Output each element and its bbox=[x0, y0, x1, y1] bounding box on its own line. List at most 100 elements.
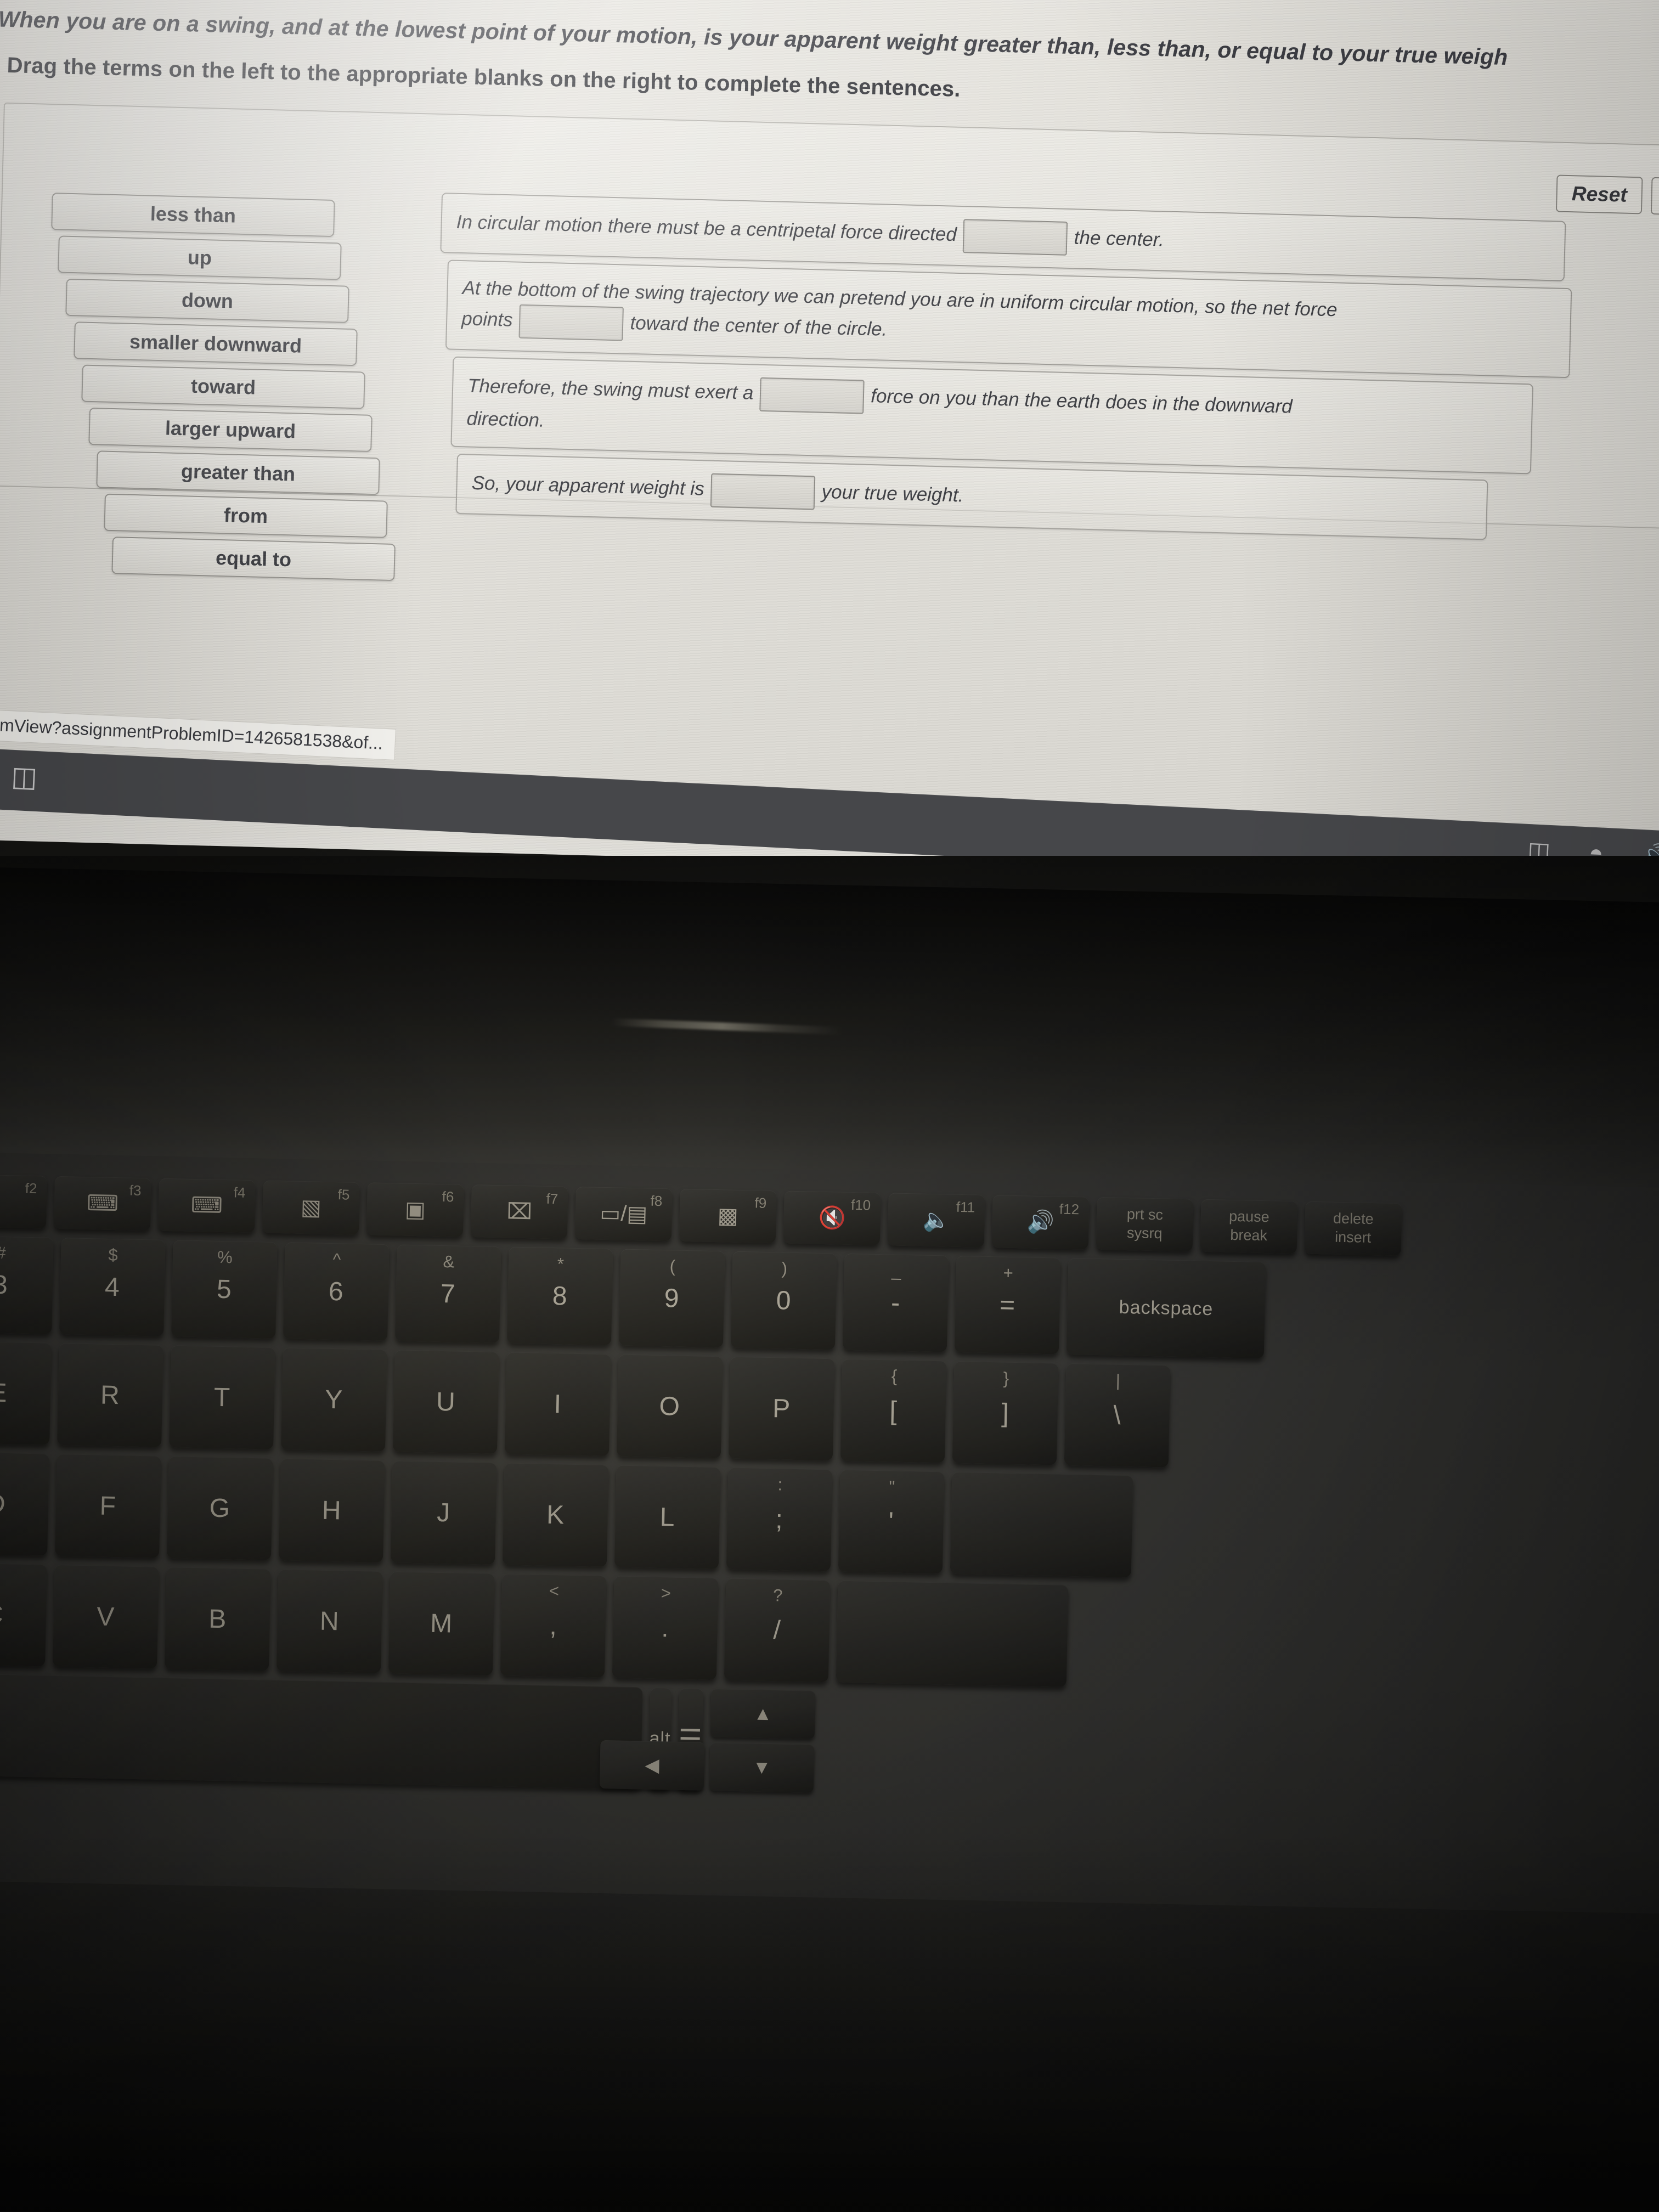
key-7[interactable]: & 7 bbox=[395, 1244, 501, 1344]
drop-target-blank[interactable] bbox=[710, 473, 816, 510]
key-f7[interactable]: f7 ⌧ bbox=[470, 1184, 568, 1239]
key-semicolon[interactable]: :; bbox=[726, 1467, 833, 1572]
key-shift-legend: * bbox=[557, 1254, 565, 1274]
key-f5[interactable]: f5 ▧ bbox=[262, 1180, 360, 1235]
key-f2[interactable]: f2 bbox=[0, 1174, 47, 1229]
draggable-term[interactable]: equal to bbox=[111, 537, 396, 582]
draggable-term[interactable]: down bbox=[65, 278, 349, 323]
function-number-legend: f12 bbox=[1059, 1200, 1080, 1218]
key-f9[interactable]: f9 ▩ bbox=[679, 1188, 777, 1244]
key-f3[interactable]: f3 ⌨ bbox=[54, 1176, 151, 1231]
function-number-legend: f5 bbox=[337, 1186, 350, 1203]
drag-instruction: Drag the terms on the left to the approp… bbox=[7, 53, 961, 101]
key-u[interactable]: U bbox=[393, 1350, 499, 1454]
key-shift-right[interactable] bbox=[836, 1580, 1069, 1688]
arrow-up-key[interactable]: ▲ bbox=[710, 1689, 816, 1739]
key-f12-volume-up[interactable]: f12 🔊 bbox=[991, 1195, 1090, 1250]
key-legend: \ bbox=[1113, 1401, 1122, 1430]
screen-hinge bbox=[0, 867, 1659, 1189]
key-k[interactable]: K bbox=[502, 1463, 609, 1567]
key-f4[interactable]: f4 ⌨ bbox=[157, 1178, 256, 1233]
key-period[interactable]: >. bbox=[612, 1576, 719, 1680]
key-spacebar[interactable] bbox=[0, 1673, 643, 1790]
key-m[interactable]: M bbox=[388, 1571, 495, 1676]
key-i[interactable]: I bbox=[504, 1352, 611, 1457]
key-e[interactable]: E bbox=[0, 1340, 52, 1445]
key-r[interactable]: R bbox=[57, 1343, 163, 1447]
key-bracket-left[interactable]: {[ bbox=[840, 1358, 947, 1463]
key-legend: 0 bbox=[776, 1285, 792, 1316]
key-8[interactable]: * 8 bbox=[507, 1246, 613, 1346]
arrow-down-key[interactable]: ▼ bbox=[709, 1742, 815, 1793]
key-minus[interactable]: _ - bbox=[842, 1253, 949, 1352]
key-h[interactable]: H bbox=[278, 1458, 385, 1562]
key-y[interactable]: Y bbox=[281, 1347, 387, 1452]
key-f[interactable]: F bbox=[55, 1453, 161, 1558]
key-backspace[interactable]: backspace bbox=[1066, 1257, 1266, 1359]
draggable-term[interactable]: up bbox=[58, 235, 342, 280]
problem-area: When you are on a swing, and at the lowe… bbox=[0, 1, 1659, 582]
key-3[interactable]: #3 bbox=[0, 1235, 54, 1334]
secondary-button-cutoff[interactable] bbox=[1650, 177, 1659, 216]
drop-target-blank[interactable] bbox=[518, 304, 624, 341]
key-legend: T bbox=[213, 1383, 231, 1412]
term-bank[interactable]: less than up down smaller downward toward lar… bbox=[42, 193, 396, 585]
key-delete[interactable]: delete insert bbox=[1304, 1201, 1402, 1256]
key-legend: , bbox=[549, 1611, 558, 1640]
function-number-legend: f4 bbox=[233, 1184, 246, 1201]
term-label: equal to bbox=[215, 546, 292, 571]
key-comma[interactable]: <, bbox=[500, 1573, 607, 1678]
key-enter[interactable] bbox=[950, 1471, 1133, 1578]
key-bracket-right[interactable]: }] bbox=[952, 1361, 1059, 1465]
key-p[interactable]: P bbox=[728, 1356, 835, 1461]
key-4[interactable]: $4 bbox=[59, 1238, 166, 1336]
key-legend: D bbox=[0, 1488, 7, 1519]
reset-button[interactable]: Reset bbox=[1556, 174, 1643, 215]
key-shift-legend: { bbox=[891, 1366, 898, 1386]
key-legend: 3 bbox=[0, 1270, 9, 1300]
key-backslash[interactable]: | \ bbox=[1064, 1363, 1171, 1468]
key-shift-legend: > bbox=[661, 1583, 672, 1603]
draggable-term[interactable]: less than bbox=[51, 193, 335, 238]
draggable-term[interactable]: toward bbox=[81, 364, 365, 409]
draggable-term[interactable]: larger upward bbox=[88, 407, 373, 452]
key-quote[interactable]: " ' bbox=[838, 1469, 945, 1574]
key-6[interactable]: ^ 6 bbox=[283, 1242, 390, 1341]
key-shift-legend: + bbox=[1003, 1263, 1014, 1283]
key-5[interactable]: % 5 bbox=[171, 1240, 278, 1339]
key-b[interactable]: B bbox=[164, 1567, 271, 1671]
key-print-screen[interactable]: prt sc sysrq bbox=[1096, 1197, 1194, 1252]
task-view-icon[interactable]: ◫ bbox=[10, 761, 38, 793]
arrow-left-key[interactable]: ◀ bbox=[599, 1740, 705, 1791]
drop-target-blank[interactable] bbox=[759, 377, 865, 414]
key-0[interactable]: ) 0 bbox=[730, 1251, 837, 1350]
draggable-term[interactable]: from bbox=[104, 493, 388, 538]
draggable-term[interactable]: smaller downward bbox=[74, 321, 358, 366]
arrow-up-key-icon: ▲ bbox=[753, 1703, 772, 1724]
drop-target-blank[interactable] bbox=[963, 219, 1068, 256]
key-slash[interactable]: ? / bbox=[724, 1578, 831, 1683]
function-number-legend: f11 bbox=[956, 1198, 975, 1216]
key-f6[interactable]: f6 ▣ bbox=[366, 1182, 464, 1237]
key-v[interactable]: V bbox=[53, 1564, 159, 1669]
key-f8[interactable]: f8 ▭/▤ bbox=[574, 1186, 673, 1242]
key-n[interactable]: N bbox=[276, 1569, 383, 1673]
term-label: larger upward bbox=[165, 416, 296, 443]
term-label: from bbox=[223, 504, 268, 528]
sentence-text: your true weight. bbox=[821, 481, 964, 506]
key-d[interactable]: D bbox=[0, 1451, 49, 1556]
key-l[interactable]: L bbox=[614, 1465, 721, 1570]
key-f10-mute[interactable]: f10 🔇 bbox=[783, 1190, 881, 1246]
key-j[interactable]: J bbox=[390, 1460, 497, 1565]
key-pause-break[interactable]: pause break bbox=[1200, 1199, 1298, 1254]
key-c[interactable]: C bbox=[0, 1562, 47, 1667]
key-f11-volume-down[interactable]: f11 🔈 bbox=[887, 1193, 985, 1248]
key-t[interactable]: T bbox=[169, 1345, 275, 1449]
key-shift-legend: ^ bbox=[332, 1250, 341, 1269]
key-9[interactable]: (9 bbox=[618, 1249, 725, 1348]
key-equals[interactable]: + = bbox=[954, 1255, 1061, 1355]
key-g[interactable]: G bbox=[167, 1456, 273, 1560]
draggable-term[interactable]: greater than bbox=[96, 450, 380, 495]
key-icon: 🔇 bbox=[818, 1205, 847, 1231]
key-o[interactable]: O bbox=[616, 1354, 723, 1459]
